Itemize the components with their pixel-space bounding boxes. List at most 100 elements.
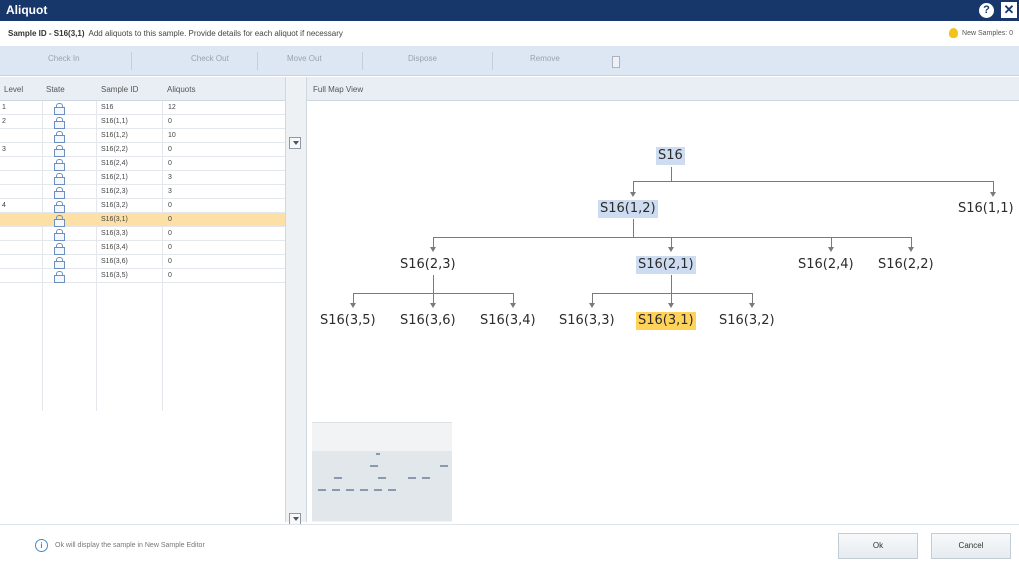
column-header-aliquots[interactable]: Aliquots [167,85,195,94]
move-out-button[interactable]: Move Out [287,54,322,63]
sample-id-prefix: Sample ID - [8,29,54,38]
sample-id-cell: S16(3,4) [101,244,128,251]
arrow-down-icon [350,303,356,308]
tree-node[interactable]: S16(3,6) [398,312,458,330]
lock-icon [54,201,65,213]
sample-id-cell: S16(1,2) [101,132,128,139]
tree-node[interactable]: S16(3,3) [557,312,617,330]
aliquots-cell[interactable]: 0 [168,146,172,153]
tree-node[interactable]: S16(1,2) [598,200,658,218]
sample-id-cell: S16(2,1) [101,174,128,181]
table-row[interactable]: S16(2,1) 3 [0,171,285,185]
aliquots-cell[interactable]: 0 [168,258,172,265]
help-icon[interactable]: ? [979,3,994,18]
instruction-text: Add aliquots to this sample. Provide det… [88,29,343,38]
table-row[interactable]: 4 S16(3,2) 0 [0,199,285,213]
aliquots-cell[interactable]: 0 [168,244,172,251]
sample-id-cell: S16(3,6) [101,258,128,265]
aliquots-cell[interactable]: 0 [168,230,172,237]
arrow-down-icon [430,247,436,252]
lock-icon [54,159,65,171]
table-row[interactable]: S16(3,1) 0 [0,213,285,227]
arrow-down-icon [668,247,674,252]
table-row[interactable]: S16(2,4) 0 [0,157,285,171]
aliquots-cell[interactable]: 12 [168,104,176,111]
minimap[interactable] [312,422,452,522]
aliquots-cell[interactable]: 0 [168,202,172,209]
tree-node[interactable]: S16(1,1) [956,200,1016,218]
tree-node[interactable]: S16(2,4) [796,256,856,274]
sample-id-cell: S16(2,2) [101,146,128,153]
minimap-node [332,489,340,491]
tree-node[interactable]: S16(3,4) [478,312,538,330]
dispose-button[interactable]: Dispose [408,54,437,63]
check-out-button[interactable]: Check Out [191,54,229,63]
ok-button[interactable]: Ok [838,533,918,559]
lock-icon [54,131,65,143]
minimap-node [334,477,342,479]
toolbar-separator [257,52,258,70]
tree-connector [433,275,434,293]
new-samples-indicator: New Samples: 0 [949,28,1013,38]
check-in-button[interactable]: Check In [48,54,80,63]
tree-connector [633,181,993,182]
table-row[interactable]: S16(1,2) 10 [0,129,285,143]
tree-connector [671,167,672,181]
title-bar: Aliquot ? ✕ [0,0,1019,21]
minimap-node [318,489,326,491]
lock-icon [54,173,65,185]
aliquots-cell[interactable]: 3 [168,188,172,195]
table-row[interactable]: S16(3,5) 0 [0,269,285,283]
aliquots-cell[interactable]: 3 [168,174,172,181]
table-row[interactable]: S16(3,4) 0 [0,241,285,255]
full-map-view: Full Map View S16 S16(1,2) S16(1,1) S16(… [307,77,1019,522]
minimap-viewport[interactable] [312,451,452,521]
minimap-node [378,477,386,479]
minimap-node [388,489,396,491]
aliquots-cell[interactable]: 0 [168,160,172,167]
table-row[interactable]: S16(3,6) 0 [0,255,285,269]
minimap-node [408,477,416,479]
lock-icon [54,215,65,227]
new-samples-label: New Samples: 0 [962,29,1013,37]
arrow-down-icon [589,303,595,308]
scroll-up-icon[interactable] [289,137,301,149]
tree-node[interactable]: S16(2,1) [636,256,696,274]
minimap-node [440,465,448,467]
toolbar-grip-icon[interactable] [612,56,620,68]
cancel-button[interactable]: Cancel [931,533,1011,559]
close-icon[interactable]: ✕ [1001,2,1017,18]
remove-button[interactable]: Remove [530,54,560,63]
tree-node[interactable]: S16(3,5) [318,312,378,330]
table-row[interactable]: S16(2,3) 3 [0,185,285,199]
aliquots-cell[interactable]: 0 [168,118,172,125]
minimap-node [376,453,380,455]
tree-node-selected[interactable]: S16(3,1) [636,312,696,330]
arrow-down-icon [749,303,755,308]
tree-node[interactable]: S16(2,3) [398,256,458,274]
table-row[interactable]: 1 S16 12 [0,101,285,115]
table-row[interactable]: S16(3,3) 0 [0,227,285,241]
minimap-node [370,465,378,467]
aliquots-cell[interactable]: 0 [168,216,172,223]
arrow-down-icon [668,303,674,308]
window-title: Aliquot [6,3,48,17]
arrow-down-icon [908,247,914,252]
lock-icon [54,117,65,129]
sample-id-cell: S16(3,5) [101,272,128,279]
table-row[interactable]: 2 S16(1,1) 0 [0,115,285,129]
lightbulb-icon [949,28,959,38]
pane-splitter[interactable] [285,77,307,525]
column-header-sample-id[interactable]: Sample ID [101,85,138,94]
minimap-node [346,489,354,491]
tree-node[interactable]: S16 [656,147,685,165]
table-row[interactable]: 3 S16(2,2) 0 [0,143,285,157]
column-header-level[interactable]: Level [4,85,23,94]
column-header-state[interactable]: State [46,85,65,94]
aliquots-cell[interactable]: 0 [168,272,172,279]
tree-node[interactable]: S16(3,2) [717,312,777,330]
level-cell: 3 [2,146,6,153]
tree-node[interactable]: S16(2,2) [876,256,936,274]
aliquots-cell[interactable]: 10 [168,132,176,139]
toolbar: Check In Check Out Move Out Dispose Remo… [0,46,1019,76]
